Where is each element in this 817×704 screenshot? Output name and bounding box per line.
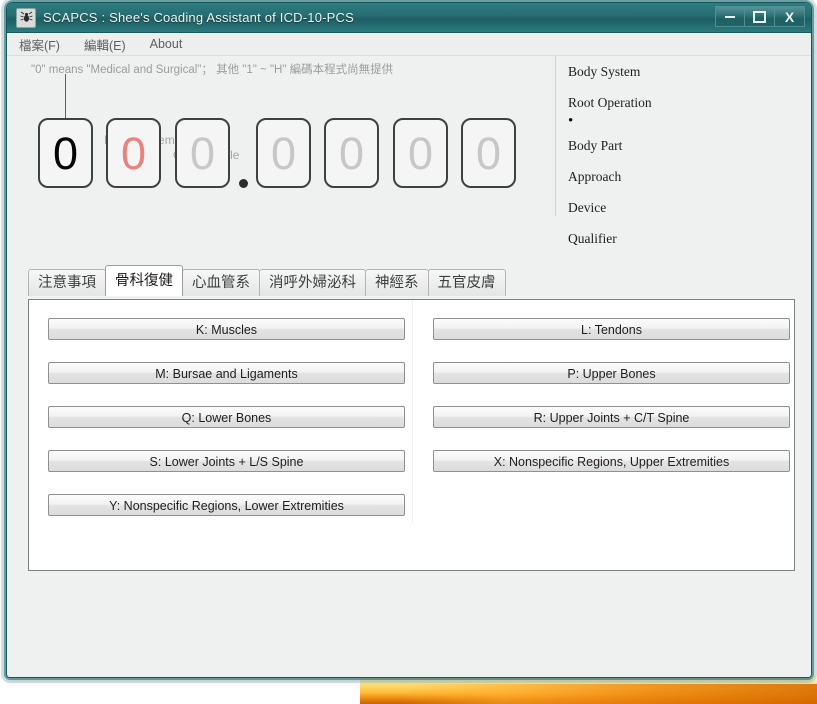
tab-cardiovascular[interactable]: 心血管系 xyxy=(182,269,260,296)
tab-notes[interactable]: 注意事項 xyxy=(28,269,106,296)
summary-item-approach: Approach xyxy=(568,169,622,184)
summary-item-device: Device xyxy=(568,200,607,215)
minimize-button[interactable] xyxy=(715,6,745,27)
summary-item-body-system: Body System xyxy=(568,64,641,79)
code-digit-5-value: 0 xyxy=(338,127,365,179)
body-system-button-column-left: K: Muscles M: Bursae and Ligaments Q: Lo… xyxy=(48,300,405,538)
menu-edit[interactable]: 編輯(E) xyxy=(82,33,136,56)
body-system-button-m[interactable]: M: Bursae and Ligaments xyxy=(48,362,405,384)
bug-icon xyxy=(16,7,36,28)
code-digit-4-value: 0 xyxy=(270,127,297,179)
body-system-button-k[interactable]: K: Muscles xyxy=(48,318,405,340)
tab-gi-resp-surg-obgyn-uro[interactable]: 消呼外婦泌科 xyxy=(259,269,366,296)
maximize-button[interactable] xyxy=(745,6,775,27)
code-digit-5-approach[interactable]: 0 xyxy=(324,118,379,188)
body-system-button-s[interactable]: S: Lower Joints + L/S Spine xyxy=(48,450,405,472)
body-system-button-q[interactable]: Q: Lower Bones xyxy=(48,406,405,428)
code-digit-3-value: 0 xyxy=(189,127,216,179)
window-controls: X xyxy=(715,6,805,27)
application-window: SCAPCS : Shee's Coading Assistant of ICD… xyxy=(6,2,812,678)
body-system-button-y[interactable]: Y: Nonspecific Regions, Lower Extremitie… xyxy=(48,494,405,516)
code-summary-panel: Body System Root Operation • Body Part A… xyxy=(555,56,806,246)
code-digit-1-value: 0 xyxy=(52,127,79,179)
summary-item-body-part: Body Part xyxy=(568,138,623,153)
connector-line-1 xyxy=(65,74,66,124)
window-title: SCAPCS : Shee's Coading Assistant of ICD… xyxy=(43,10,355,25)
body-system-button-column-right: L: Tendons P: Upper Bones R: Upper Joint… xyxy=(433,300,790,494)
tab-ortho-rehab[interactable]: 骨科復健 xyxy=(105,265,183,296)
close-button[interactable]: X xyxy=(775,6,805,27)
code-digit-1-section[interactable]: 0 xyxy=(38,118,93,188)
body-system-button-r[interactable]: R: Upper Joints + C/T Spine xyxy=(433,406,790,428)
menu-bar: 檔案(F) 編輯(E) About xyxy=(7,33,811,56)
tab-nervous[interactable]: 神經系 xyxy=(365,269,429,296)
code-hint-text: "0" means "Medical and Surgical"； 其他 "1"… xyxy=(31,64,394,76)
code-separator-dot xyxy=(239,179,248,188)
tab-ent-skin[interactable]: 五官皮膚 xyxy=(427,269,506,296)
body-system-button-l[interactable]: L: Tendons xyxy=(433,318,790,340)
minimize-icon xyxy=(725,15,735,18)
code-builder: "0" means "Medical and Surgical"； 其他 "1"… xyxy=(7,56,555,204)
body-system-button-p[interactable]: P: Upper Bones xyxy=(433,362,790,384)
code-digit-6-value: 0 xyxy=(407,127,434,179)
maximize-icon xyxy=(753,10,766,23)
summary-item-qualifier: Qualifier xyxy=(568,231,617,246)
code-digit-3-op-principle[interactable]: 0 xyxy=(175,118,230,188)
tab-panel: K: Muscles M: Bursae and Ligaments Q: Lo… xyxy=(28,299,795,571)
code-digit-4-body-part[interactable]: 0 xyxy=(256,118,311,188)
code-digit-7-value: 0 xyxy=(475,127,502,179)
title-bar: SCAPCS : Shee's Coading Assistant of ICD… xyxy=(7,3,811,33)
summary-item-root-operation: Root Operation xyxy=(568,95,652,110)
window-bottom-filler xyxy=(7,571,811,677)
code-summary-list: Body System Root Operation • Body Part A… xyxy=(556,56,806,254)
code-digit-7-qualifier[interactable]: 0 xyxy=(461,118,516,188)
body-system-button-x[interactable]: X: Nonspecific Regions, Upper Extremitie… xyxy=(433,450,790,472)
desktop-accent-strip-overlay xyxy=(400,684,817,704)
menu-file[interactable]: 檔案(F) xyxy=(17,33,70,56)
code-digit-6-device[interactable]: 0 xyxy=(393,118,448,188)
menu-about[interactable]: About xyxy=(148,35,193,53)
code-digit-2-value: 0 xyxy=(120,127,147,179)
tab-strip: 注意事項 骨科復健 心血管系 消呼外婦泌科 神經系 五官皮膚 xyxy=(28,265,506,296)
code-digit-2-body-system[interactable]: 0 xyxy=(106,118,161,188)
summary-bullet-icon: • xyxy=(568,113,574,129)
window-body: "0" means "Medical and Surgical"； 其他 "1"… xyxy=(7,56,811,677)
